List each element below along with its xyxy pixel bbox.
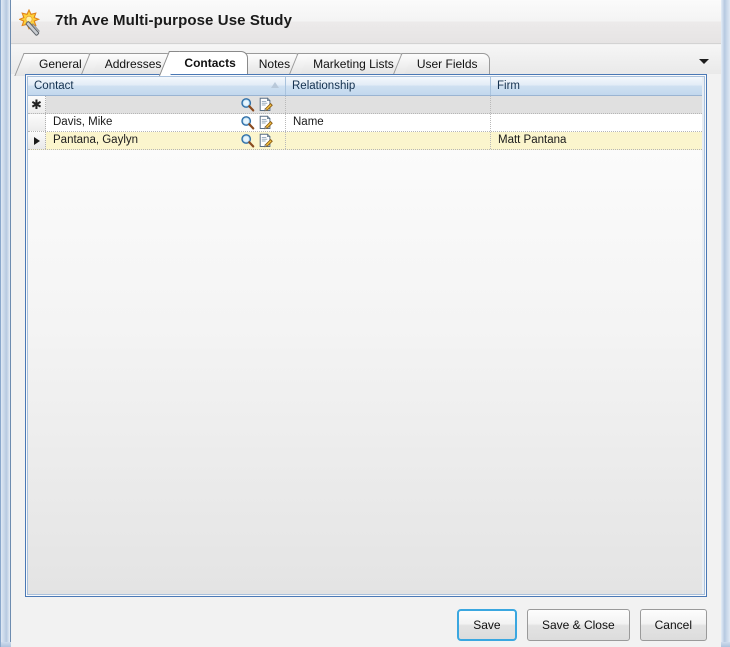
current-row-caret-icon <box>33 136 40 145</box>
tab-overflow-button[interactable] <box>693 51 715 71</box>
magic-wand-icon <box>18 8 47 37</box>
cancel-button[interactable]: Cancel <box>639 609 707 641</box>
tab-label: Marketing Lists <box>313 57 394 71</box>
row-action-icons <box>240 115 273 130</box>
edit-document-icon[interactable] <box>258 133 273 148</box>
cell-firm[interactable] <box>491 96 704 113</box>
tab-label: Notes <box>258 57 291 71</box>
title-bar: 7th Ave Multi-purpose Use Study <box>11 0 721 44</box>
row-header-new[interactable]: ✱ <box>28 96 46 113</box>
contacts-panel-inner: Contact Relationship Firm ✱ Davis, Mike … <box>27 76 705 595</box>
row-header-current[interactable] <box>28 132 46 149</box>
chevron-down-icon <box>699 58 709 64</box>
column-header-contact[interactable]: Contact <box>28 77 286 95</box>
page-title: 7th Ave Multi-purpose Use Study <box>55 12 293 29</box>
cell-text: Name <box>293 116 324 128</box>
dialog-button-row: Save Save & Close Cancel <box>456 609 707 641</box>
column-header-firm[interactable]: Firm <box>491 77 704 95</box>
window-frame-right <box>720 0 730 647</box>
tab-user-fields[interactable]: User Fields <box>402 53 490 74</box>
search-icon[interactable] <box>240 133 255 148</box>
save-button[interactable]: Save <box>456 609 517 641</box>
table-row[interactable]: ✱ <box>28 96 704 114</box>
cell-firm[interactable]: Matt Pantana <box>491 132 704 149</box>
search-icon[interactable] <box>240 115 255 130</box>
tab-label: User Fields <box>416 57 478 71</box>
column-header-label: Firm <box>497 80 520 92</box>
contacts-panel: Contact Relationship Firm ✱ Davis, Mike … <box>25 74 707 597</box>
tab-marketing-lists[interactable]: Marketing Lists <box>299 53 406 74</box>
column-header-relationship[interactable]: Relationship <box>286 77 491 95</box>
table-row[interactable]: Davis, Mike Name <box>28 114 704 132</box>
row-action-icons <box>240 133 273 148</box>
cell-text: Davis, Mike <box>53 116 113 128</box>
edit-document-icon[interactable] <box>258 97 273 112</box>
cell-contact[interactable] <box>46 96 286 113</box>
search-icon[interactable] <box>240 97 255 112</box>
grid-header-row: Contact Relationship Firm <box>28 77 704 96</box>
row-header[interactable] <box>28 114 46 131</box>
table-row[interactable]: Pantana, Gaylyn Matt Pantana <box>28 132 704 150</box>
cell-contact[interactable]: Davis, Mike <box>46 114 286 131</box>
tab-label: Addresses <box>104 57 162 71</box>
cell-relationship[interactable] <box>286 96 491 113</box>
window-frame-left <box>1 0 11 647</box>
cell-relationship[interactable]: Name <box>286 114 491 131</box>
tab-contacts[interactable]: Contacts <box>170 51 248 74</box>
grid-empty-area <box>28 150 704 590</box>
new-row-asterisk-icon: ✱ <box>31 96 42 112</box>
cell-relationship[interactable] <box>286 132 491 149</box>
tab-label: Contacts <box>184 56 236 70</box>
grid-scroll-gutter[interactable] <box>702 77 704 594</box>
contacts-grid: Contact Relationship Firm ✱ Davis, Mike … <box>28 77 704 594</box>
sort-ascending-icon <box>271 82 279 88</box>
cell-text: Matt Pantana <box>498 134 567 146</box>
dialog-footer: Save Save & Close Cancel <box>11 598 721 647</box>
tab-list: General Addresses Contacts Notes Marketi… <box>25 50 490 74</box>
save-close-button[interactable]: Save & Close <box>526 609 630 641</box>
cell-text: Pantana, Gaylyn <box>53 134 139 146</box>
row-action-icons <box>240 97 273 112</box>
cell-firm[interactable] <box>491 114 704 131</box>
cell-contact[interactable]: Pantana, Gaylyn <box>46 132 286 149</box>
edit-document-icon[interactable] <box>258 115 273 130</box>
column-header-label: Relationship <box>292 80 356 92</box>
tab-strip: General Addresses Contacts Notes Marketi… <box>11 45 721 74</box>
dialog-client-area: 7th Ave Multi-purpose Use Study General … <box>11 0 721 647</box>
dialog-window: 7th Ave Multi-purpose Use Study General … <box>0 0 730 647</box>
tab-label: General <box>39 57 82 71</box>
column-header-label: Contact <box>34 80 74 92</box>
